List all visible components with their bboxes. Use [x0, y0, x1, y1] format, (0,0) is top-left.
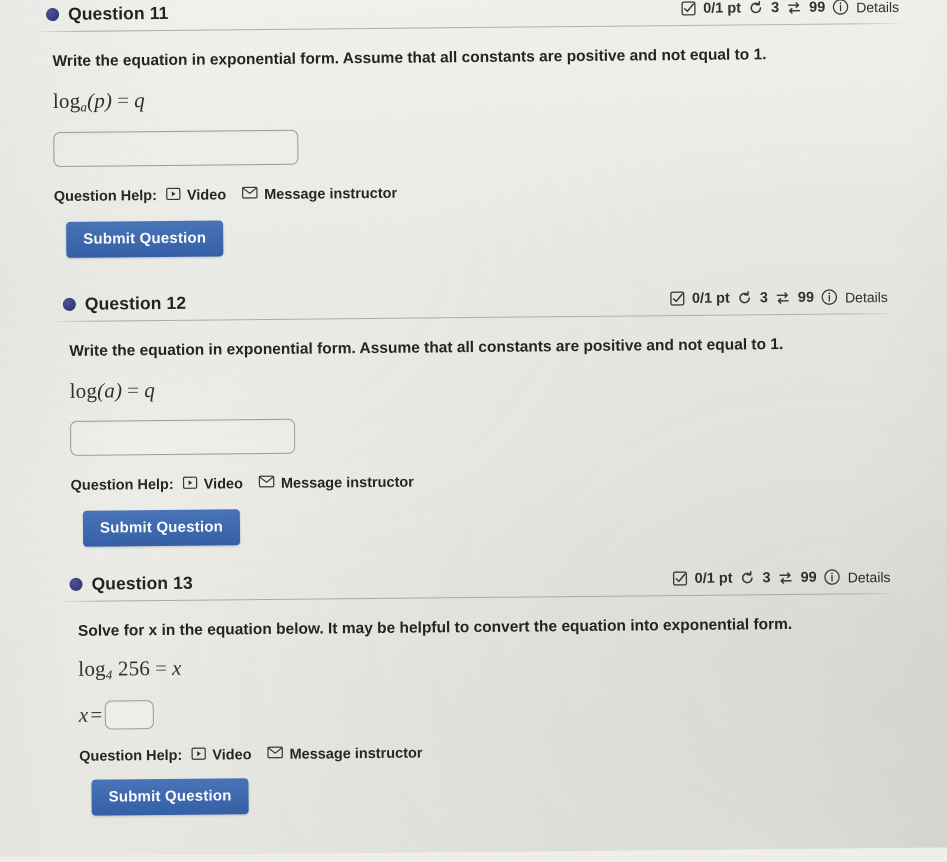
answer-equals-sign: = [90, 702, 102, 727]
question-help-label: Question Help: [71, 476, 174, 493]
question-prompt: Solve for x in the equation below. It ma… [78, 614, 905, 643]
question-equation: loga(p)=q [53, 81, 900, 116]
equation-argument: 256 [118, 656, 150, 680]
message-instructor-label: Message instructor [264, 185, 397, 202]
question-title-group: Question 13 [69, 573, 192, 595]
question-help-row: Question Help: Video Message instructor [54, 179, 901, 205]
attempts-count: 3 [762, 570, 770, 586]
message-instructor-label: Message instructor [281, 474, 414, 491]
retry-arrow-icon [739, 570, 755, 586]
video-label: Video [212, 747, 251, 763]
message-instructor-link[interactable]: Message instructor [242, 185, 397, 203]
answer-input-q12[interactable] [70, 418, 295, 455]
quiz-page: Question 11 0/1 pt 3 99 Details [0, 0, 947, 857]
points-label: 0/1 pt [692, 290, 730, 306]
question-help-row: Question Help: Video Message instructor [79, 739, 906, 765]
question-block-12: Question 12 0/1 pt 3 99 Details [0, 285, 947, 547]
retry-arrow-icon [748, 0, 764, 16]
question-badges: 0/1 pt 3 99 Details [673, 568, 891, 587]
envelope-icon [242, 186, 258, 203]
details-link[interactable]: Details [856, 0, 899, 15]
points-label: 0/1 pt [695, 570, 733, 586]
info-circle-icon[interactable] [824, 569, 841, 586]
video-label: Video [204, 476, 243, 492]
envelope-icon [259, 475, 275, 492]
envelope-icon [267, 746, 283, 763]
details-link[interactable]: Details [848, 569, 891, 585]
question-badges: 0/1 pt 3 99 Details [670, 288, 888, 307]
equation-equals: = [127, 378, 139, 402]
question-help-row: Question Help: Video Message instructor [71, 468, 904, 494]
page-title: Question 13 [91, 573, 192, 595]
equation-rhs: x [172, 656, 182, 680]
question-status-dot-icon [69, 578, 82, 591]
page-title: Question 12 [85, 293, 186, 315]
question-header: Question 13 0/1 pt 3 99 Details [0, 565, 947, 595]
video-help-link[interactable]: Video [166, 186, 226, 205]
question-header: Question 11 0/1 pt 3 99 Details [0, 0, 947, 26]
play-box-icon [166, 186, 181, 204]
question-title-group: Question 12 [63, 293, 186, 315]
details-link[interactable]: Details [845, 289, 888, 305]
equation-equals: = [117, 88, 129, 112]
question-status-dot-icon [46, 8, 59, 21]
question-equation: log4 256=x [78, 649, 905, 684]
versions-count: 99 [798, 289, 814, 305]
question-badges: 0/1 pt 3 99 Details [681, 0, 899, 17]
play-box-icon [183, 475, 198, 493]
equation-function: log [53, 89, 81, 113]
play-box-icon [191, 746, 206, 764]
equation-base: 4 [106, 667, 113, 682]
question-prompt: Write the equation in exponential form. … [69, 334, 902, 363]
checkbox-check-icon [673, 571, 688, 586]
message-instructor-link[interactable]: Message instructor [267, 745, 422, 763]
checkbox-check-icon [681, 1, 696, 16]
message-instructor-link[interactable]: Message instructor [259, 474, 414, 492]
question-block-11: Question 11 0/1 pt 3 99 Details [0, 0, 947, 258]
equation-argument: (p) [87, 88, 112, 112]
message-instructor-label: Message instructor [289, 745, 422, 762]
page-title: Question 11 [68, 3, 169, 25]
equation-function: log [70, 379, 98, 403]
video-help-link[interactable]: Video [191, 746, 251, 765]
question-block-13: Question 13 0/1 pt 3 99 Details [0, 565, 947, 816]
video-label: Video [187, 187, 226, 203]
equation-argument: (a) [97, 378, 122, 402]
swap-arrows-icon [775, 289, 791, 305]
answer-input-q13[interactable] [104, 700, 153, 729]
question-equation: log(a)=q [70, 371, 903, 406]
question-header: Question 12 0/1 pt 3 99 Details [0, 285, 947, 315]
equation-rhs: q [134, 88, 145, 112]
question-prompt: Write the equation in exponential form. … [52, 44, 899, 73]
swap-arrows-icon [786, 0, 802, 15]
answer-row-q13: x = [79, 692, 906, 729]
points-label: 0/1 pt [703, 0, 741, 16]
submit-question-button-q12[interactable]: Submit Question [83, 509, 240, 547]
equation-function: log [78, 656, 106, 680]
submit-question-button-q13[interactable]: Submit Question [91, 778, 248, 816]
question-status-dot-icon [63, 298, 76, 311]
info-circle-icon[interactable] [832, 0, 849, 16]
attempts-count: 3 [760, 290, 768, 306]
answer-variable-label: x [79, 702, 89, 727]
swap-arrows-icon [777, 569, 793, 585]
versions-count: 99 [809, 0, 825, 15]
question-title-group: Question 11 [46, 3, 169, 25]
submit-question-button-q11[interactable]: Submit Question [66, 220, 223, 258]
equation-rhs: q [144, 378, 155, 402]
checkbox-check-icon [670, 291, 685, 306]
answer-input-q11[interactable] [53, 129, 298, 166]
equation-equals: = [155, 656, 167, 680]
question-help-label: Question Help: [79, 747, 182, 764]
video-help-link[interactable]: Video [183, 475, 243, 494]
attempts-count: 3 [771, 0, 779, 16]
versions-count: 99 [800, 569, 816, 585]
question-help-label: Question Help: [54, 188, 157, 205]
info-circle-icon[interactable] [821, 289, 838, 306]
retry-arrow-icon [737, 290, 753, 306]
